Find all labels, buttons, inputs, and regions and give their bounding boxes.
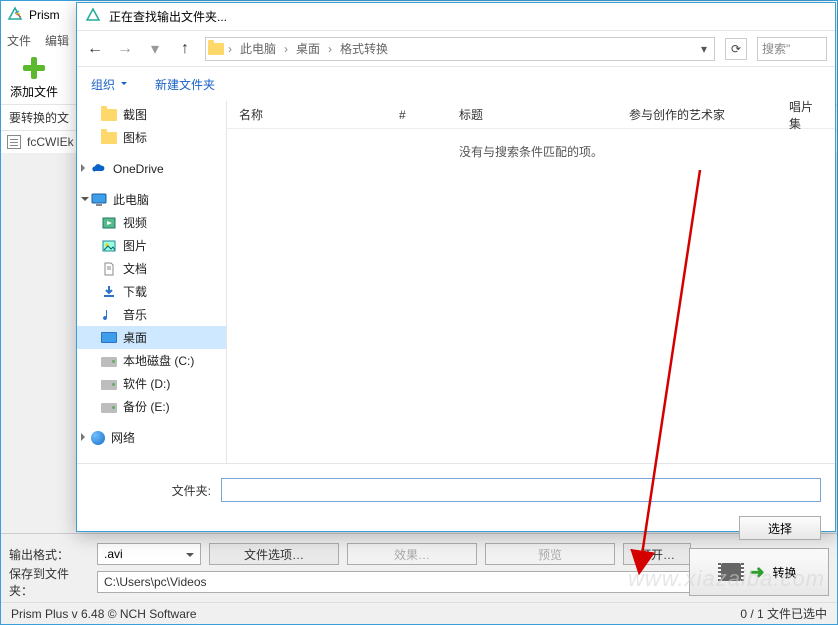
dialog-bottom: 文件夹: 选择 xyxy=(77,463,835,552)
folder-input[interactable] xyxy=(221,478,821,502)
pc-icon xyxy=(91,192,107,208)
empty-message: 没有与搜索条件匹配的项。 xyxy=(227,143,835,160)
tree-documents[interactable]: 文档 xyxy=(77,257,226,280)
tree-this-pc[interactable]: 此电脑 xyxy=(77,188,226,211)
drive-icon xyxy=(101,357,117,367)
new-folder-button[interactable]: 新建文件夹 xyxy=(155,76,215,93)
list-header: 名称 # 标题 参与创作的艺术家 唱片集 xyxy=(227,101,835,129)
nav-recent-icon[interactable]: ▾ xyxy=(145,39,165,59)
film-icon xyxy=(721,563,741,581)
tree-drive-e[interactable]: 备份 (E:) xyxy=(77,395,226,418)
col-album[interactable]: 唱片集 xyxy=(789,98,823,132)
folder-browse-dialog: 正在查找输出文件夹... ← → ▾ ↑ › 此电脑 › 桌面 › 格式转换 ▾… xyxy=(76,2,836,532)
network-icon xyxy=(91,431,105,445)
music-icon xyxy=(101,307,117,323)
organize-menu[interactable]: 组织 xyxy=(91,76,127,93)
tree-network[interactable]: 网络 xyxy=(77,426,226,449)
add-file-button[interactable]: 添加文件 xyxy=(1,51,67,104)
prism-app-icon xyxy=(7,6,23,25)
nav-back-icon[interactable]: ← xyxy=(85,40,105,58)
dialog-navbar: ← → ▾ ↑ › 此电脑 › 桌面 › 格式转换 ▾ ⟳ 搜索" xyxy=(77,31,835,67)
nav-up-icon[interactable]: ↑ xyxy=(175,40,195,58)
dialog-body: 截图 图标 OneDrive 此电脑 视频 图片 文档 下载 音乐 桌面 本地磁… xyxy=(77,101,835,463)
file-list: 名称 # 标题 参与创作的艺术家 唱片集 没有与搜索条件匹配的项。 xyxy=(227,101,835,463)
folder-icon xyxy=(101,132,117,144)
tree-screenshots[interactable]: 截图 xyxy=(77,103,226,126)
onedrive-icon xyxy=(91,161,107,177)
document-icon xyxy=(101,261,117,277)
drive-icon xyxy=(101,380,117,390)
tree-pictures[interactable]: 图片 xyxy=(77,234,226,257)
drive-icon xyxy=(101,403,117,413)
tree-drive-c[interactable]: 本地磁盘 (C:) xyxy=(77,349,226,372)
file-name: fcCWIEk xyxy=(27,135,74,149)
col-title[interactable]: 标题 xyxy=(459,106,629,123)
chevron-right-icon: › xyxy=(228,42,232,56)
tree-drive-d[interactable]: 软件 (D:) xyxy=(77,372,226,395)
menu-edit[interactable]: 编辑 xyxy=(45,32,69,49)
prism-title: Prism xyxy=(29,8,60,22)
col-number[interactable]: # xyxy=(399,108,459,122)
plus-icon xyxy=(21,55,47,81)
chevron-right-icon: › xyxy=(284,42,288,56)
download-icon xyxy=(101,284,117,300)
search-input[interactable]: 搜索" xyxy=(757,37,827,61)
folder-label: 文件夹: xyxy=(91,482,211,499)
tree-onedrive[interactable]: OneDrive xyxy=(77,157,226,180)
desktop-icon xyxy=(101,332,117,343)
menu-file[interactable]: 文件 xyxy=(7,32,31,49)
tree-music[interactable]: 音乐 xyxy=(77,303,226,326)
tree-downloads[interactable]: 下载 xyxy=(77,280,226,303)
dialog-title: 正在查找输出文件夹... xyxy=(109,8,227,25)
crumb-target[interactable]: 格式转换 xyxy=(336,40,392,57)
video-icon xyxy=(101,215,117,231)
address-dropdown-icon[interactable]: ▾ xyxy=(696,42,712,56)
select-folder-button[interactable]: 选择 xyxy=(739,516,821,540)
version-text: Prism Plus v 6.48 © NCH Software xyxy=(11,607,197,621)
folder-icon xyxy=(208,43,224,55)
crumb-this-pc[interactable]: 此电脑 xyxy=(236,40,280,57)
arrow-right-icon: ➜ xyxy=(749,562,764,583)
tree-videos[interactable]: 视频 xyxy=(77,211,226,234)
crumb-desktop[interactable]: 桌面 xyxy=(292,40,324,57)
document-icon xyxy=(7,135,21,149)
nav-forward-icon[interactable]: → xyxy=(115,40,135,58)
convert-button[interactable]: ➜ 转换 xyxy=(689,548,829,596)
folder-icon xyxy=(101,109,117,121)
save-to-label: 保存到文件夹： xyxy=(9,565,89,599)
dialog-app-icon xyxy=(85,7,101,26)
dialog-toolbar: 组织 新建文件夹 xyxy=(77,67,835,101)
nav-tree: 截图 图标 OneDrive 此电脑 视频 图片 文档 下载 音乐 桌面 本地磁… xyxy=(77,101,227,463)
selection-count: 0 / 1 文件已选中 xyxy=(740,605,827,622)
col-name[interactable]: 名称 xyxy=(239,106,399,123)
tree-desktop[interactable]: 桌面 xyxy=(77,326,226,349)
chevron-right-icon: › xyxy=(328,42,332,56)
picture-icon xyxy=(101,238,117,254)
col-artist[interactable]: 参与创作的艺术家 xyxy=(629,106,789,123)
dialog-titlebar: 正在查找输出文件夹... xyxy=(77,3,835,31)
add-file-label: 添加文件 xyxy=(10,83,58,100)
refresh-button[interactable]: ⟳ xyxy=(725,38,747,60)
address-bar[interactable]: › 此电脑 › 桌面 › 格式转换 ▾ xyxy=(205,37,715,61)
save-path-combo[interactable]: C:\Users\pc\Videos xyxy=(97,571,753,593)
status-bar: Prism Plus v 6.48 © NCH Software 0 / 1 文… xyxy=(1,602,837,624)
tree-icons[interactable]: 图标 xyxy=(77,126,226,149)
convert-label: 转换 xyxy=(773,564,797,581)
